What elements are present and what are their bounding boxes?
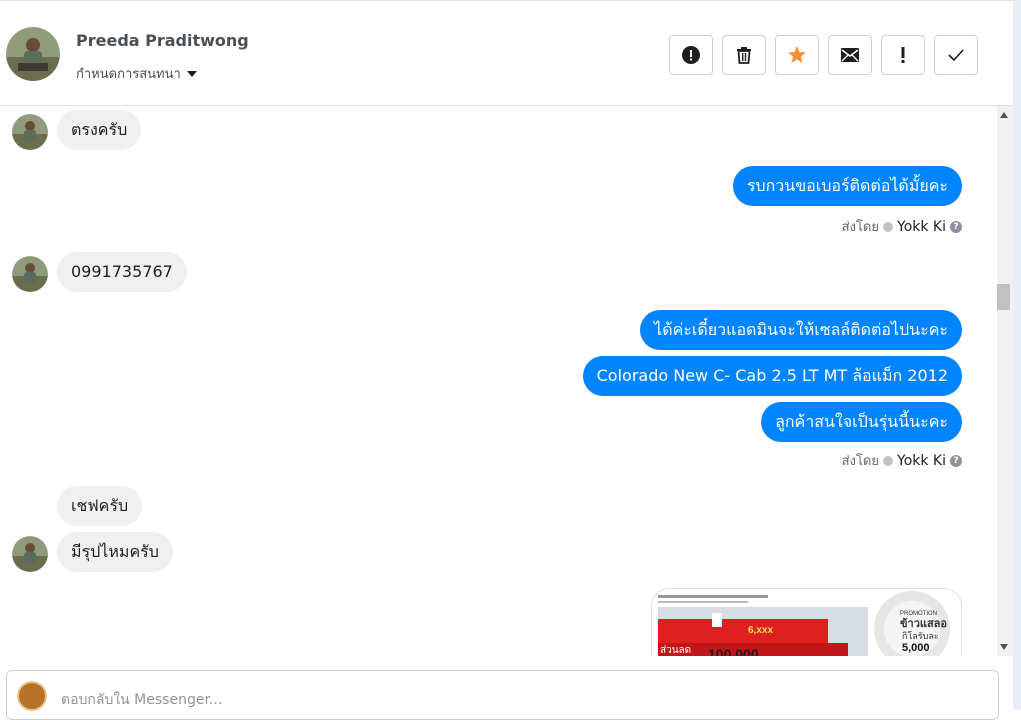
- scroll-up-arrow-icon[interactable]: [1000, 112, 1008, 118]
- promo-image: 6,xxx ส่วนลด 100,000 PROMOTION ข้าวแสลอ …: [652, 589, 961, 656]
- incoming-message: เชฟครับ: [57, 486, 143, 526]
- outgoing-message: ลูกค้าสนใจเป็นรุ่นนี้นะคะ: [761, 402, 962, 442]
- conversation-settings-label: กำหนดการสนทนา: [76, 67, 181, 82]
- sent-by-text: ส่งโดย: [841, 220, 879, 235]
- header-actions: [669, 35, 978, 75]
- exclamation-icon: [901, 47, 905, 63]
- envelope-icon: [841, 48, 859, 62]
- follow-up-button[interactable]: [881, 35, 925, 75]
- reply-input[interactable]: ตอบกลับใน Messenger...: [61, 689, 222, 711]
- contact-name: Preeda Praditwong: [76, 31, 249, 50]
- sent-by-name: Yokk Ki: [897, 218, 946, 235]
- scroll-thumb[interactable]: [997, 284, 1010, 310]
- sent-by-text: ส่งโดย: [841, 454, 879, 469]
- reply-composer[interactable]: ตอบกลับใน Messenger...: [6, 670, 999, 720]
- outgoing-message: ได้ค่ะเดี๋ยวแอดมินจะให้เซลล์ติดต่อไปนะคะ: [640, 310, 962, 350]
- mark-spam-button[interactable]: [669, 35, 713, 75]
- sent-by-label: ส่งโดย Yokk Ki ?: [842, 216, 962, 237]
- conversation-settings-dropdown[interactable]: กำหนดการสนทนา: [76, 63, 197, 84]
- alert-circle-icon: [682, 46, 700, 64]
- mark-unread-button[interactable]: [828, 35, 872, 75]
- promo-line2: กิโลรับละ: [902, 631, 939, 642]
- conversation-header: Preeda Praditwong กำหนดการสนทนา: [0, 0, 1013, 106]
- page-avatar: [17, 681, 47, 711]
- promo-discount: 100,000: [708, 646, 759, 656]
- scroll-down-arrow-icon[interactable]: [1000, 644, 1008, 650]
- sender-avatar: [12, 256, 48, 292]
- image-attachment[interactable]: 6,xxx ส่วนลด 100,000 PROMOTION ข้าวแสลอ …: [651, 588, 962, 656]
- thread-scrollbar[interactable]: [997, 106, 1013, 656]
- sent-by-label: ส่งโดย Yokk Ki ?: [842, 450, 962, 471]
- caret-down-icon: [186, 70, 197, 77]
- sent-by-name: Yokk Ki: [897, 452, 946, 469]
- trash-icon: [737, 47, 751, 64]
- sender-avatar: [12, 536, 48, 572]
- outgoing-message: รบกวนขอเบอร์ติดต่อได้มั้ยคะ: [732, 166, 962, 206]
- verified-icon: [883, 455, 893, 466]
- verified-icon: [883, 221, 893, 232]
- window-edge: [1013, 0, 1021, 710]
- star-icon: [788, 46, 806, 63]
- promo-price: 6,xxx: [748, 625, 773, 636]
- sender-avatar: [12, 114, 48, 150]
- user-avatar[interactable]: [6, 27, 60, 81]
- promo-line1: ข้าวแสลอ: [900, 617, 947, 630]
- star-button[interactable]: [775, 35, 819, 75]
- message-thread[interactable]: ตรงครับ รบกวนขอเบอร์ติดต่อได้มั้ยคะ ส่งโ…: [0, 106, 997, 656]
- incoming-message: 0991735767: [57, 252, 187, 292]
- incoming-message: ตรงครับ: [57, 110, 142, 150]
- help-icon[interactable]: ?: [950, 454, 962, 467]
- promo-line3: 5,000: [902, 642, 930, 654]
- help-icon[interactable]: ?: [950, 220, 962, 233]
- delete-button[interactable]: [722, 35, 766, 75]
- promo-discount-label: ส่วนลด: [660, 645, 691, 656]
- checkmark-icon: [948, 49, 964, 62]
- incoming-message: มีรุปไหมครับ: [57, 532, 173, 572]
- mark-done-button[interactable]: [934, 35, 978, 75]
- outgoing-message: Colorado New C- Cab 2.5 LT MT ล้อแม็ก 20…: [582, 356, 962, 396]
